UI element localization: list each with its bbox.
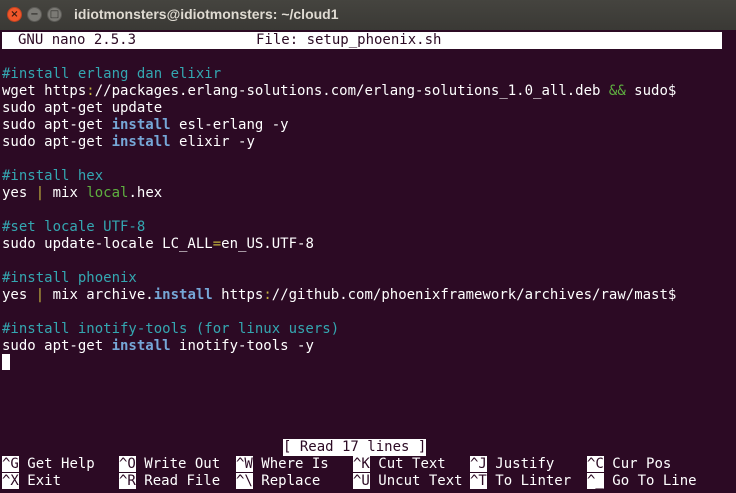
shortcut-label: Exit (27, 473, 62, 489)
shortcut-label: Go To Line (612, 473, 697, 489)
editor-line-2[interactable]: wget https://packages.erlang-solutions.c… (2, 83, 676, 100)
editor-line-10[interactable]: #set locale UTF-8 (2, 219, 145, 236)
shortcut-key: ^\ (236, 473, 253, 489)
shortcut-label: Cur Pos (612, 456, 672, 472)
line-text: mix archive. (44, 287, 154, 303)
shortcut-key: ^W (236, 456, 253, 472)
line-text: sudo apt-get update (2, 100, 163, 116)
line-text: en_US.UTF-8 (221, 236, 314, 252)
line-text: : (86, 83, 95, 99)
line-text: #install inotify-tools (for linux users) (2, 321, 340, 337)
shortcut-key: ^C (587, 456, 604, 472)
line-text: = (212, 236, 222, 252)
shortcut-write-out[interactable]: ^O Write Out (119, 456, 220, 473)
editor-line-5[interactable]: sudo apt-get install elixir -y (2, 134, 255, 151)
window-titlebar: × − □ idiotmonsters@idiotmonsters: ~/clo… (0, 0, 736, 30)
shortcut-justify[interactable]: ^J Justify (470, 456, 554, 473)
line-text: //packages.erlang-solutions.com/erlang-s… (94, 83, 609, 99)
shortcut-label: Cut Text (378, 456, 446, 472)
line-text: esl-erlang -y (170, 117, 289, 133)
shortcut-key: ^O (119, 456, 136, 472)
line-text: | (35, 185, 45, 201)
line-text: sudo apt-get (2, 134, 112, 150)
editor-line-4[interactable]: sudo apt-get install esl-erlang -y (2, 117, 289, 134)
line-text: wget https (2, 83, 87, 99)
shortcut-label: Justify (495, 456, 555, 472)
shortcut-label: Write Out (144, 456, 221, 472)
line-text: #set locale UTF-8 (2, 219, 146, 235)
window-close-button[interactable]: × (7, 7, 22, 22)
line-text: install (153, 287, 213, 303)
window-title: idiotmonsters@idiotmonsters: ~/cloud1 (74, 6, 339, 22)
line-text: .hex (128, 185, 163, 201)
shortcut-label: Get Help (27, 456, 95, 472)
line-text: sudo apt-get (2, 117, 112, 133)
line-text: local (86, 185, 129, 201)
line-text: | (35, 287, 45, 303)
editor-line-8[interactable]: yes | mix local.hex (2, 185, 162, 202)
line-text: install (111, 117, 171, 133)
line-text: elixir -y (170, 134, 255, 150)
nano-header: GNU nano 2.5.3 File: setup_phoenix.sh (2, 32, 722, 49)
line-text: inotify-tools -y (170, 338, 314, 354)
editor-line-13[interactable]: #install phoenix (2, 270, 137, 287)
shortcut-label: Read File (144, 473, 221, 489)
maximize-icon: □ (49, 8, 60, 20)
line-text: yes (2, 287, 36, 303)
shortcut-where-is[interactable]: ^W Where Is (236, 456, 329, 473)
shortcut-key: ^J (470, 456, 487, 472)
window-maximize-button[interactable]: □ (47, 7, 62, 22)
line-text: #install phoenix (2, 270, 137, 286)
shortcut-exit[interactable]: ^X Exit (2, 473, 61, 490)
shortcut-read-file[interactable]: ^R Read File (119, 473, 220, 490)
line-text: install (111, 338, 171, 354)
line-text: https (212, 287, 264, 303)
line-text: #install erlang dan elixir (2, 66, 222, 82)
shortcut-key: ^X (2, 473, 19, 489)
editor-line-3[interactable]: sudo apt-get update (2, 100, 162, 117)
editor-line-17[interactable]: sudo apt-get install inotify-tools -y (2, 338, 314, 355)
line-text: sudo update-locale LC_ALL (2, 236, 213, 252)
terminal-area[interactable]: GNU nano 2.5.3 File: setup_phoenix.sh #in… (0, 30, 736, 493)
shortcut-cur-pos[interactable]: ^C Cur Pos (587, 456, 671, 473)
shortcut-go-to-line[interactable]: ^_ Go To Line (587, 473, 697, 490)
shortcut-replace[interactable]: ^\ Replace (236, 473, 320, 490)
nano-version: GNU nano 2.5.3 (18, 32, 137, 48)
shortcut-label: To Linter (495, 473, 572, 489)
shortcut-uncut-text[interactable]: ^U Uncut Text (353, 473, 463, 490)
text-cursor (2, 354, 10, 370)
status-message: [ Read 17 lines ] (283, 439, 427, 456)
shortcut-key: ^_ (587, 473, 604, 489)
editor-line-11[interactable]: sudo update-locale LC_ALL=en_US.UTF-8 (2, 236, 314, 253)
window-minimize-button[interactable]: − (27, 7, 42, 22)
minimize-icon: − (30, 8, 39, 20)
shortcut-key: ^G (2, 456, 19, 472)
editor-line-14[interactable]: yes | mix archive.install https://github… (2, 287, 676, 304)
line-text: #install hex (2, 168, 104, 184)
editor-line-1[interactable]: #install erlang dan elixir (2, 66, 221, 83)
shortcut-label: Where Is (261, 456, 329, 472)
line-text: : (263, 287, 272, 303)
shortcut-to-linter[interactable]: ^T To Linter (470, 473, 571, 490)
nano-filename: File: setup_phoenix.sh (256, 32, 442, 48)
shortcut-get-help[interactable]: ^G Get Help (2, 456, 95, 473)
shortcut-cut-text[interactable]: ^K Cut Text (353, 456, 446, 473)
line-text: sudo$ (625, 83, 677, 99)
line-text: && (608, 83, 626, 99)
line-text: //github.com/phoenixframework/archives/r… (271, 287, 677, 303)
line-text: yes (2, 185, 36, 201)
line-text: install (111, 134, 171, 150)
editor-line-16[interactable]: #install inotify-tools (for linux users) (2, 321, 339, 338)
line-text: mix (44, 185, 87, 201)
shortcut-key: ^K (353, 456, 370, 472)
editor-line-7[interactable]: #install hex (2, 168, 103, 185)
shortcut-label: Uncut Text (378, 473, 463, 489)
shortcut-key: ^T (470, 473, 487, 489)
shortcut-key: ^R (119, 473, 136, 489)
shortcut-key: ^U (353, 473, 370, 489)
line-text: sudo apt-get (2, 338, 112, 354)
close-icon: × (10, 8, 19, 20)
shortcut-label: Replace (261, 473, 321, 489)
